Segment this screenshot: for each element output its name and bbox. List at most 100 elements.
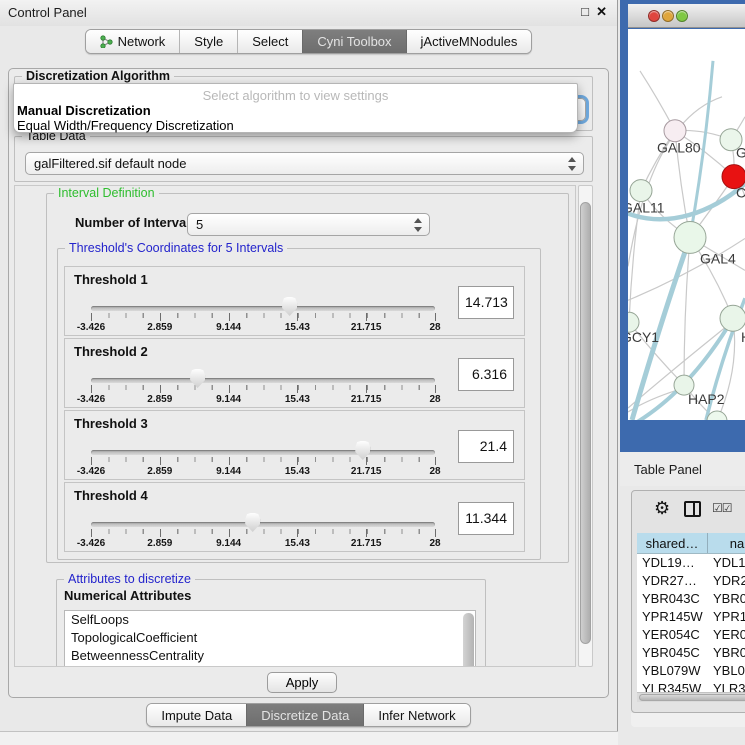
table-row[interactable]: YBL079W YBL0 [637, 662, 745, 680]
cell-name: YBR0 [708, 590, 745, 608]
vertical-scrollbar[interactable] [578, 185, 593, 667]
close-icon[interactable]: ✕ [596, 4, 607, 20]
slider-major-tick [229, 529, 230, 537]
table-row[interactable]: YDR27… YDR2 [637, 572, 745, 590]
slider-major-tick [297, 385, 298, 393]
slider-scale-label: 9.144 [216, 394, 241, 405]
apply-button[interactable]: Apply [267, 672, 337, 693]
cell-shared-name: YPR145W [637, 608, 708, 626]
threshold-slider[interactable]: -3.4262.8599.14415.4321.71528 [91, 411, 435, 481]
slider-minor-ticks [91, 385, 436, 390]
slider-scale-label: 9.144 [216, 538, 241, 549]
network-node-label: G [736, 145, 745, 161]
slider-track[interactable] [91, 378, 435, 383]
threshold-slider[interactable]: -3.4262.8599.14415.4321.71528 [91, 339, 435, 409]
tab-discretize-data[interactable]: Discretize Data [246, 704, 363, 726]
attribute-list-item[interactable]: SelfLoops [65, 611, 475, 629]
network-graph[interactable]: GAL80GCGAL11GAL4GCY1HHAP2 [628, 29, 745, 420]
slider-scale-label: 21.715 [351, 538, 382, 549]
vertical-scrollbar-thumb[interactable] [580, 202, 591, 644]
network-canvas[interactable]: GAL80GCGAL11GAL4GCY1HHAP2 [628, 29, 745, 420]
tab-infer-network[interactable]: Infer Network [363, 704, 469, 726]
table-data-combobox[interactable]: galFiltered.sif default node [25, 152, 584, 175]
algorithm-option-manual-discretization[interactable]: Manual Discretization [17, 103, 151, 118]
slider-scale-label: -3.426 [77, 322, 105, 333]
slider-major-tick [91, 457, 92, 465]
tab-label: Network [118, 34, 166, 49]
slider-major-tick [366, 457, 367, 465]
select-columns-icon[interactable]: ☑☑ [712, 501, 732, 515]
network-node[interactable] [707, 411, 727, 420]
table-row[interactable]: YBR043C YBR0 [637, 590, 745, 608]
network-node-gal11[interactable] [630, 180, 652, 202]
minimize-button[interactable] [662, 10, 674, 22]
cell-name: YDR2 [708, 572, 745, 590]
interval-definition-group-title: Interval Definition [54, 186, 159, 200]
tab-network[interactable]: Network [86, 30, 180, 53]
table-panel-footer [631, 713, 745, 727]
zoom-button[interactable] [676, 10, 688, 22]
attribute-list-item[interactable]: BetweennessCentrality [65, 647, 475, 665]
tab-impute-data[interactable]: Impute Data [147, 704, 246, 726]
horizontal-scrollbar[interactable] [637, 692, 745, 702]
threshold-slider[interactable]: -3.4262.8599.14415.4321.71528 [91, 267, 435, 337]
network-node-gal80[interactable] [664, 120, 686, 142]
slider-track[interactable] [91, 522, 435, 527]
split-columns-icon[interactable] [684, 501, 701, 517]
threshold-row: Threshold 4 -3.4262.8599.14415.4321.7152… [64, 482, 525, 552]
cell-name: YPR1 [708, 608, 745, 626]
tab-style[interactable]: Style [179, 30, 237, 53]
numerical-attributes-list[interactable]: SelfLoopsTopologicalCoefficientBetweenne… [64, 610, 476, 667]
slider-track[interactable] [91, 306, 435, 311]
threshold-slider[interactable]: -3.4262.8599.14415.4321.71528 [91, 483, 435, 553]
slider-major-tick [435, 313, 436, 321]
attribute-table[interactable]: shared…na YDL19… YDL1 YDR27… YDR2 YBR043… [637, 533, 745, 702]
tab-jactivemnodules[interactable]: jActiveMNodules [406, 30, 532, 53]
slider-scale-label: 9.144 [216, 466, 241, 477]
tab-label: Impute Data [161, 708, 232, 723]
network-node-h[interactable] [720, 305, 745, 331]
threshold-value-field[interactable]: 21.4 [458, 430, 514, 463]
slider-scale-label: 28 [429, 394, 440, 405]
table-row[interactable]: YDL19… YDL1 [637, 554, 745, 572]
cell-shared-name: YBL079W [637, 662, 708, 680]
cell-shared-name: YDR27… [637, 572, 708, 590]
table-row[interactable]: YPR145W YPR1 [637, 608, 745, 626]
network-node-gal4[interactable] [674, 222, 706, 254]
number-of-intervals-combobox[interactable]: 5 [187, 213, 430, 236]
network-view-window[interactable]: GAL80GCGAL11GAL4GCY1HHAP2 [620, 0, 745, 452]
column-header[interactable]: na [708, 533, 745, 553]
threshold-row: Threshold 3 -3.4262.8599.14415.4321.7152… [64, 410, 525, 480]
tab-select[interactable]: Select [237, 30, 302, 53]
threshold-value-field[interactable]: 11.344 [458, 502, 514, 535]
tab-cyni-toolbox[interactable]: Cyni Toolbox [302, 30, 405, 53]
cell-name: YBR0 [708, 644, 745, 662]
threshold-value-field[interactable]: 14.713 [458, 286, 514, 319]
network-node-label: GAL80 [657, 140, 701, 156]
control-panel-bottom-strip [0, 731, 618, 745]
float-window-icon[interactable]: □ [581, 4, 589, 19]
slider-major-tick [366, 313, 367, 321]
horizontal-scrollbar-thumb[interactable] [639, 694, 745, 701]
slider-major-tick [297, 457, 298, 465]
table-row[interactable]: YBR045C YBR0 [637, 644, 745, 662]
slider-major-tick [366, 529, 367, 537]
column-header[interactable]: shared… [637, 533, 708, 553]
gear-icon[interactable]: ⚙ [654, 498, 670, 519]
network-node-label: HAP2 [688, 391, 725, 407]
control-panel-titlebar: Control Panel □ ✕ [0, 0, 617, 26]
table-row[interactable]: YER054C YER0 [637, 626, 745, 644]
slider-scale-label: 21.715 [351, 394, 382, 405]
number-of-intervals-label: Number of Intervals [75, 215, 197, 230]
slider-scale-label: 2.859 [147, 466, 172, 477]
threshold-value-field[interactable]: 6.316 [458, 358, 514, 391]
cell-shared-name: YER054C [637, 626, 708, 644]
network-window-titlebar[interactable] [628, 4, 745, 28]
list-scrollbar-thumb[interactable] [463, 613, 474, 667]
close-button[interactable] [648, 10, 660, 22]
slider-scale-label: 2.859 [147, 394, 172, 405]
attribute-list-item[interactable]: TopologicalCoefficient [65, 629, 475, 647]
slider-track[interactable] [91, 450, 435, 455]
algorithm-option-equal-width-frequency[interactable]: Equal Width/Frequency Discretization [17, 118, 234, 133]
slider-major-tick [229, 313, 230, 321]
